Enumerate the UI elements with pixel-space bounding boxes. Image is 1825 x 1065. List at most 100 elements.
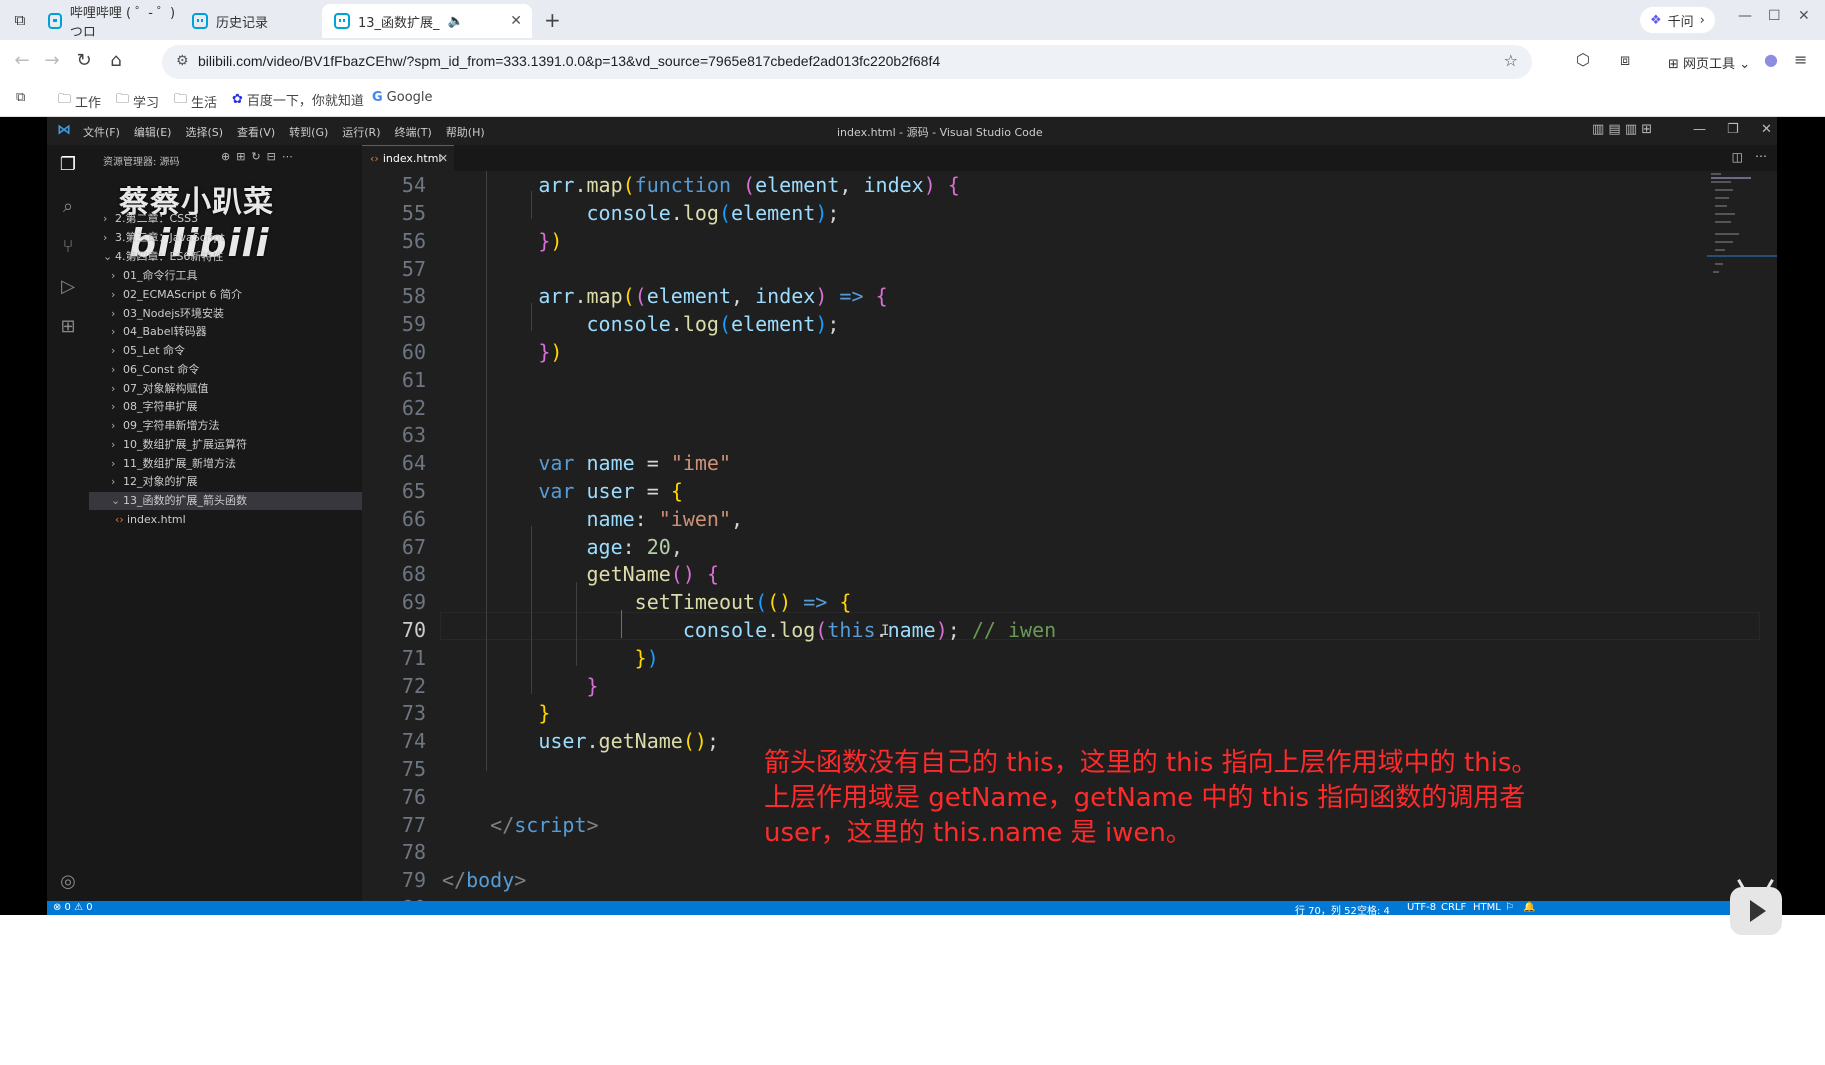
code-line[interactable]: name: "iwen", xyxy=(442,507,744,531)
cursor-position[interactable]: 行 70，列 52 xyxy=(1295,902,1357,915)
forward-button[interactable]: → xyxy=(40,50,64,71)
code-line[interactable]: console.log(element); xyxy=(442,201,840,225)
explorer-icon[interactable]: ❐ xyxy=(56,153,80,177)
tree-folder[interactable]: › 12_对象的扩展 xyxy=(89,473,384,491)
code-line[interactable]: var user = { xyxy=(442,479,683,503)
minimize-icon[interactable]: — xyxy=(1693,122,1706,137)
tree-folder[interactable]: › 3.第三章：JavaScript xyxy=(89,229,376,247)
web-tools-menu[interactable]: ⊞ 网页工具 ⌄ xyxy=(1668,53,1750,72)
tree-folder[interactable]: › 07_对象解构赋值 xyxy=(89,380,384,398)
home-button[interactable]: ⌂ xyxy=(104,50,128,71)
tab-bilibili-home[interactable]: 哔哩哔哩 ( ゜- ゜)つロ xyxy=(36,4,178,40)
tab-groups-icon[interactable]: ⧉ xyxy=(16,90,25,105)
search-icon[interactable]: ⌕ xyxy=(56,195,80,219)
more-actions-icon[interactable]: ⋯ xyxy=(1755,149,1767,163)
line-ending[interactable]: CRLF xyxy=(1441,902,1466,913)
reload-button[interactable]: ↻ xyxy=(72,50,96,71)
code-line[interactable]: }) xyxy=(442,646,659,670)
extensions-icon[interactable]: ⬡ xyxy=(1576,50,1590,69)
bookmark-baidu[interactable]: ✿ 百度一下，你就知道 xyxy=(232,90,364,109)
code-line[interactable]: setTimeout(() => { xyxy=(442,590,852,614)
code-line[interactable]: console.log(this.name); // iwen xyxy=(442,618,1056,642)
profile-avatar-icon[interactable]: ● xyxy=(1764,50,1778,69)
restore-icon[interactable]: ❐ xyxy=(1727,122,1739,137)
maximize-window-button[interactable]: ☐ xyxy=(1768,8,1781,24)
tab-search-icon[interactable]: ⧉ xyxy=(8,8,32,32)
tree-folder[interactable]: › 10_数组扩展_扩展运算符 xyxy=(89,436,384,454)
tree-folder-open-selected[interactable]: ⌄ 13_函数的扩展_箭头函数 xyxy=(89,492,384,510)
tree-folder[interactable]: › 05_Let 命令 xyxy=(89,342,384,360)
minimize-window-button[interactable]: — xyxy=(1738,8,1752,24)
qianwen-button[interactable]: ❖ 千问 › xyxy=(1640,7,1715,33)
bookmark-folder-life[interactable]: 🗀 生活 xyxy=(174,90,217,112)
code-line[interactable]: </script> xyxy=(442,813,598,837)
tree-folder[interactable]: › 02_ECMAScript 6 简介 xyxy=(89,286,384,304)
code-line[interactable]: } xyxy=(442,701,550,725)
speaker-icon[interactable]: 🔈 xyxy=(448,14,464,29)
close-window-button[interactable]: ✕ xyxy=(1798,8,1810,24)
menu-help[interactable]: 帮助(H) xyxy=(446,124,485,140)
minimap[interactable] xyxy=(1707,171,1777,291)
url-text[interactable]: bilibili.com/video/BV1fFbazCEhw/?spm_id_… xyxy=(198,53,940,69)
layout-toggle-icon[interactable]: ▥ ▤ ▥ ⊞ xyxy=(1592,122,1652,137)
indentation[interactable]: 空格: 4 xyxy=(1357,902,1390,915)
bilibili-play-icon[interactable] xyxy=(1730,879,1782,935)
site-info-icon[interactable]: ⚙ xyxy=(176,53,189,69)
explorer-actions-icon[interactable]: ⊕⊞↻⊟⋯ xyxy=(221,150,299,163)
code-line[interactable]: } xyxy=(442,674,599,698)
menu-file[interactable]: 文件(F) xyxy=(83,124,120,140)
code-line[interactable]: var name = "ime" xyxy=(442,451,731,475)
bookmark-star-icon[interactable]: ☆ xyxy=(1504,51,1518,70)
notifications-bell-icon[interactable]: 🔔 xyxy=(1523,902,1535,913)
menu-selection[interactable]: 选择(S) xyxy=(185,124,223,140)
code-line[interactable]: arr.map((element, index) => { xyxy=(442,284,887,308)
code-line[interactable]: console.log(element); xyxy=(442,312,840,336)
source-control-icon[interactable]: ⑂ xyxy=(56,235,80,259)
tree-folder[interactable]: › 2.第二章：CSS3 xyxy=(89,210,376,228)
tab-close-icon[interactable]: ✕ xyxy=(510,13,522,29)
bookmark-folder-work[interactable]: 🗀 工作 xyxy=(58,90,101,112)
tab-current-video[interactable]: 13_函数扩展_ 🔈 ✕ xyxy=(322,4,532,38)
tree-file-index-html[interactable]: ‹› index.html xyxy=(89,511,388,529)
tree-folder[interactable]: › 04_Babel转码器 xyxy=(89,323,384,341)
problems-indicator[interactable]: ⊗ 0 ⚠ 0 xyxy=(53,902,93,913)
tree-folder[interactable]: › 11_数组扩展_新增方法 xyxy=(89,455,384,473)
bookmark-google[interactable]: G Google xyxy=(372,90,433,105)
code-line[interactable]: getName() { xyxy=(442,562,719,586)
address-bar[interactable]: ⚙ bilibili.com/video/BV1fFbazCEhw/?spm_i… xyxy=(162,45,1532,79)
run-debug-icon[interactable]: ▷ xyxy=(56,275,80,299)
menu-go[interactable]: 转到(G) xyxy=(289,124,328,140)
menu-run[interactable]: 运行(R) xyxy=(342,124,380,140)
language-mode[interactable]: HTML xyxy=(1473,902,1501,913)
menu-edit[interactable]: 编辑(E) xyxy=(134,124,172,140)
close-tab-icon[interactable]: ✕ xyxy=(439,146,448,172)
tree-folder[interactable]: › 09_字符串新增方法 xyxy=(89,417,384,435)
bookmark-folder-study[interactable]: 🗀 学习 xyxy=(116,90,159,112)
tree-folder[interactable]: › 01_命令行工具 xyxy=(89,267,384,285)
encoding[interactable]: UTF-8 xyxy=(1407,902,1436,913)
code-line[interactable]: </body> xyxy=(442,868,526,892)
code-line[interactable]: }) xyxy=(442,229,562,253)
tree-folder[interactable]: › 08_字符串扩展 xyxy=(89,398,384,416)
close-icon[interactable]: ✕ xyxy=(1761,122,1772,137)
extensions-icon[interactable]: ⊞ xyxy=(56,315,80,339)
split-editor-icon[interactable]: ◫ xyxy=(1732,150,1743,164)
tree-folder-open[interactable]: ⌄ 4.第四章：ES6新特性 xyxy=(89,248,376,266)
account-icon[interactable]: ◎ xyxy=(56,870,80,894)
code-line[interactable]: user.getName(); xyxy=(442,729,719,753)
new-tab-button[interactable]: + xyxy=(544,8,561,32)
screenshot-icon[interactable]: ⧈ xyxy=(1620,50,1630,70)
code-line[interactable]: arr.map(function (element, index) { xyxy=(442,173,960,197)
menu-view[interactable]: 查看(V) xyxy=(237,124,275,140)
code-line[interactable]: age: 20, xyxy=(442,535,683,559)
broadcast-icon[interactable]: ⚐ xyxy=(1505,902,1514,913)
tab-history[interactable]: 历史记录 xyxy=(180,4,320,38)
back-button[interactable]: ← xyxy=(10,50,34,71)
code-line[interactable]: }) xyxy=(442,340,562,364)
menu-terminal[interactable]: 终端(T) xyxy=(395,124,432,140)
menu-icon[interactable]: ≡ xyxy=(1794,50,1807,69)
video-player[interactable]: ⋈ 文件(F) 编辑(E) 选择(S) 查看(V) 转到(G) 运行(R) 终端… xyxy=(0,117,1825,935)
editor-tab-index-html[interactable]: ‹› index.html ✕ xyxy=(362,145,454,172)
tree-folder[interactable]: › 03_Nodejs环境安装 xyxy=(89,305,384,323)
tree-folder[interactable]: › 06_Const 命令 xyxy=(89,361,384,379)
